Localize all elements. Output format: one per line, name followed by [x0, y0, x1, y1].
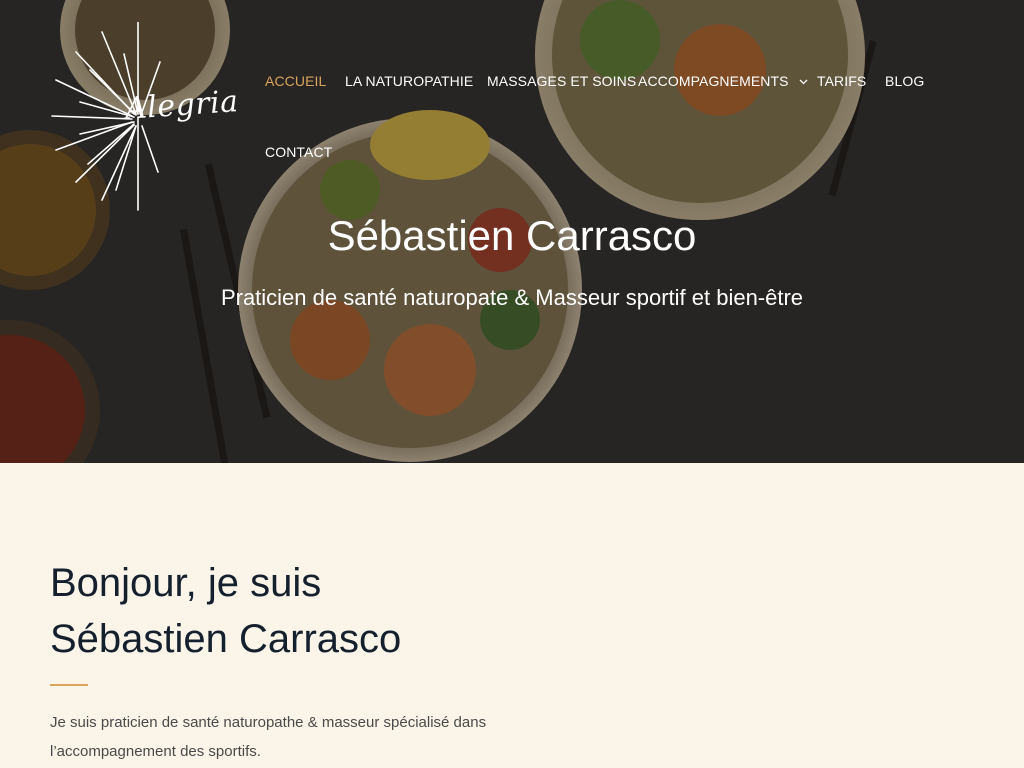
about-heading-line-1: Bonjour, je suis: [50, 561, 322, 605]
site-logo[interactable]: Alegria: [50, 21, 240, 212]
nav-item-blog[interactable]: BLOG: [885, 73, 924, 89]
nav-item-accompagnements[interactable]: ACCOMPAGNEMENTS: [638, 73, 808, 89]
hero-section: Alegria ACCUEIL LA NATUROPATHIE MASSAGES…: [0, 0, 1024, 463]
accent-divider: [50, 684, 88, 686]
nav-item-massages-et-soins[interactable]: MASSAGES ET SOINS: [487, 73, 636, 89]
hero-title: Sébastien Carrasco: [327, 212, 697, 259]
nav-item-la-naturopathie[interactable]: LA NATUROPATHIE: [345, 73, 473, 89]
about-heading: Bonjour, je suis Sébastien Carrasco: [50, 555, 530, 667]
hero-subtitle: Praticien de santé naturopate & Masseur …: [220, 285, 804, 310]
about-section: Bonjour, je suis Sébastien Carrasco Je s…: [0, 463, 1024, 768]
nav-item-tarifs[interactable]: TARIFS: [817, 73, 866, 89]
nav-item-contact[interactable]: CONTACT: [265, 144, 332, 160]
nav-item-accompagnements-label: ACCOMPAGNEMENTS: [638, 73, 789, 89]
about-heading-line-2: Sébastien Carrasco: [50, 617, 402, 661]
about-intro-text: Je suis praticien de santé naturopathe &…: [50, 714, 487, 760]
nav-item-accueil[interactable]: ACCUEIL: [265, 73, 326, 89]
chevron-down-icon: [799, 79, 808, 85]
